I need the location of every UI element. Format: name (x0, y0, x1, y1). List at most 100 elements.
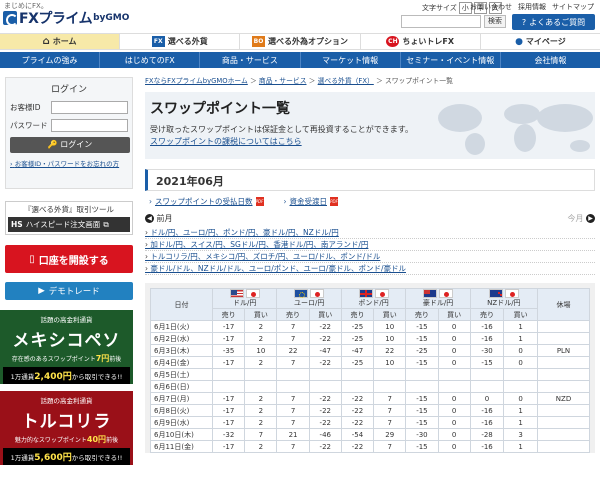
swap-cell: -15 (405, 440, 439, 453)
swap-cell: -25 (340, 356, 375, 369)
swap-cell: 2 (244, 416, 278, 429)
search-button[interactable]: 検索 (484, 15, 506, 28)
breadcrumb-fx[interactable]: 選べる外貨（FX） (318, 77, 374, 85)
swap-cell (308, 368, 342, 381)
gnav-label: ちょいトレFX (402, 37, 455, 46)
gnav-choitore[interactable]: CH ちょいトレFX (361, 34, 481, 49)
currency-header: ユーロ/円 (276, 288, 342, 309)
gnav-label: ホーム (52, 37, 77, 46)
currency-name: 豪ドル/円 (422, 299, 454, 307)
banner-bottom: 1万通貨2,400円から取引できる!! (3, 367, 130, 384)
date-cell: 6月8日(火) (150, 404, 213, 417)
swap-cell: -28 (469, 428, 505, 441)
subnav-company[interactable]: 会社情報 (501, 52, 600, 68)
eu-flag-icon (294, 289, 309, 298)
home-icon: ⌂ (42, 36, 50, 47)
open-account-button[interactable]: ▯ 口座を開設する (5, 245, 133, 273)
subnav-market[interactable]: マーケット情報 (301, 52, 401, 68)
top-link-recruit[interactable]: 採用情報 (518, 2, 546, 12)
swap-cell: 7 (276, 356, 310, 369)
holiday-cell (537, 368, 590, 381)
swap-cell: 0 (437, 332, 471, 345)
currency-name: ユーロ/円 (293, 299, 325, 307)
gnav-home[interactable]: ⌂ ホーム (0, 34, 121, 49)
gnav-option[interactable]: BO 選べる外為オプション (240, 34, 361, 49)
banner-turkish-lira[interactable]: 話題の高金利通貨 トルコリラ 魅力的なスワップポイント40円前後 1万通貨5,6… (0, 391, 133, 465)
subnav-seminar[interactable]: セミナー・イベント情報 (401, 52, 501, 68)
banner-bottom: 1万通貨5,600円から取引できる!! (3, 448, 130, 465)
demo-trade-button[interactable]: ▶ デモトレード (5, 282, 133, 300)
prev-month-link[interactable]: ◀ 前月 (145, 213, 173, 224)
gnav-fx[interactable]: FX 選べる外貨 (120, 34, 241, 49)
swap-cell: -22 (308, 416, 342, 429)
top-link-contact[interactable]: お問い合わせ (470, 2, 512, 12)
swap-cell: -16 (469, 320, 505, 333)
subnav-strengths[interactable]: プライムの強み (0, 52, 101, 68)
swap-cell: 10 (373, 332, 407, 345)
sub-nav: プライムの強み はじめてのFX 商品・サービス マーケット情報 セミナー・イベン… (0, 52, 600, 68)
password-label: パスワード (10, 121, 48, 130)
main-content: FXならFXプライムbyGMOホーム ＞ 商品・サービス ＞ 選べる外貨（FX）… (145, 72, 600, 485)
pair-link-group-2[interactable]: 加ドル/円、スイス/円、SGドル/円、香港ドル/円、南アランド/円 (145, 239, 595, 251)
faq-button[interactable]: ? よくあるご質問 (512, 14, 595, 30)
swap-cell: -35 (211, 344, 246, 357)
sell-header: 売り (211, 308, 246, 321)
customer-id-field[interactable] (51, 101, 128, 114)
pair-link-group-4[interactable]: 豪ドル/ドル、NZドル/ドル、ユーロ/ポンド、ユーロ/豪ドル、ポンド/豪ドル (145, 263, 595, 275)
banner-mexico-peso[interactable]: 話題の高金利通貨 メキシコペソ 存在感のあるスワップポイント7円前後 1万通貨2… (0, 310, 133, 384)
swap-cell: 0 (437, 320, 471, 333)
swap-cell: 2 (244, 440, 278, 453)
sell-header: 売り (340, 308, 375, 321)
swap-cell: -17 (211, 404, 246, 417)
swap-cell: 2 (244, 332, 278, 345)
subnav-products[interactable]: 商品・サービス (200, 52, 301, 68)
search-input[interactable] (401, 15, 481, 28)
swap-cell: -22 (308, 356, 342, 369)
date-cell: 6月7日(月) (150, 392, 213, 405)
gnav-mypage[interactable]: ● マイページ (481, 34, 600, 49)
top-link-sitemap[interactable]: サイトマップ (552, 2, 594, 12)
swap-cell: 7 (373, 440, 407, 453)
pair-link-group-3[interactable]: トルコリラ/円、メキシコ/円、ズロチ/円、ユーロ/ドル、ポンド/ドル (145, 251, 595, 263)
swap-cell: -22 (308, 404, 342, 417)
swap-cell: -16 (469, 416, 505, 429)
banner-small: 話題の高金利通貨 (40, 316, 93, 324)
swap-cell: 10 (373, 356, 407, 369)
logo-icon (3, 11, 18, 26)
swap-cell: 0 (437, 344, 471, 357)
swap-cell (211, 380, 246, 393)
jp-flag-icon (504, 289, 519, 298)
pair-link-group-1[interactable]: ドル/円、ユーロ/円、ポンド/円、豪ドル/円、NZドル/円 (145, 227, 595, 239)
date-cell: 6月6日(日) (150, 380, 213, 393)
logo[interactable]: FXプライム byGMO (3, 9, 129, 27)
table-row: 6月10日(木) -32 7 21 -46 -54 29 -30 0 -28 3 (150, 428, 590, 441)
breadcrumb-products[interactable]: 商品・サービス (259, 77, 307, 85)
swap-cell (437, 380, 471, 393)
subnav-beginner[interactable]: はじめてのFX (100, 52, 201, 68)
tool-title: 『選べる外貨』取引ツール (24, 205, 114, 214)
banner-swap: 魅力的なスワップポイント40円前後 (14, 435, 119, 444)
file-links: › スワップポイントの受払日数 PDF › 資金受渡日 PDF (145, 196, 600, 207)
document-icon: ▯ (29, 253, 35, 265)
play-icon: ▶ (38, 286, 45, 296)
sidebar: ログイン お客様ID パスワード 🔑 ログイン › お客様ID・パスワードをお忘… (0, 72, 138, 485)
chevron-right-icon: › (10, 160, 13, 168)
tax-link[interactable]: スワップポイントの課税についてはこちら (150, 137, 302, 146)
settlement-date-link[interactable]: › 資金受渡日 PDF (284, 196, 338, 207)
holiday-header: 休場 (537, 288, 590, 321)
login-button[interactable]: 🔑 ログイン (10, 137, 130, 153)
currency-header: 豪ドル/円 (405, 288, 471, 309)
swap-days-link[interactable]: › スワップポイントの受払日数 PDF (149, 196, 264, 207)
choitore-icon: CH (386, 36, 400, 47)
login-box: ログイン お客様ID パスワード 🔑 ログイン › お客様ID・パスワードをお忘… (5, 77, 133, 189)
password-field[interactable] (51, 119, 128, 132)
breadcrumb-home[interactable]: FXならFXプライムbyGMOホーム (145, 77, 248, 85)
swap-table: 日付 ドル/円 ユーロ/円 ポンド/円 豪ドル/円 NZドル/円 休場 売り 買い 売り 買い売… (150, 288, 590, 453)
swap-cell: 0 (437, 392, 471, 405)
buy-header: 買い (308, 308, 342, 321)
logo-text: FXプライム (19, 11, 93, 27)
forgot-link[interactable]: › お客様ID・パスワードをお忘れの方 (10, 158, 128, 168)
key-icon: 🔑 (47, 140, 58, 149)
swap-cell: 0 (437, 404, 471, 417)
highspeed-order-button[interactable]: HS ハイスピード注文画面 ⧉ (8, 217, 130, 232)
